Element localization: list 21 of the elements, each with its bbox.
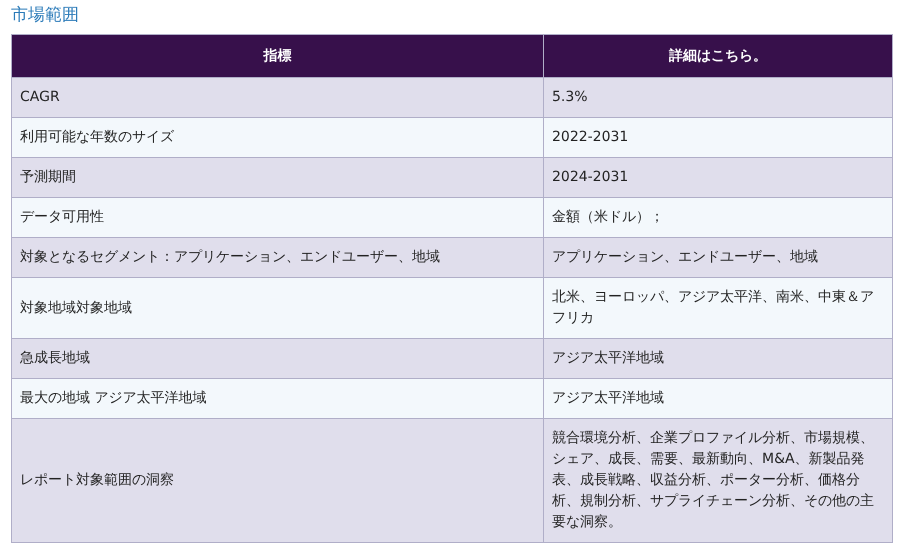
section-title: 市場範囲 [11, 4, 79, 27]
table-cell: レポート対象範囲の洞察 [12, 418, 544, 542]
table-cell: 5.3% [544, 78, 892, 118]
table-cell: 2022-2031 [544, 118, 892, 158]
table-cell: 競合環境分析、企業プロファイル分析、市場規模、シェア、成長、需要、最新動向、M&A、新製品発表、成長戦略、収益分析、ポーター分析、価格分析、規制分析、サプライチェーン分析、その他の主要な洞察。 [544, 418, 892, 542]
table-cell: 利用可能な年数のサイズ [12, 118, 544, 158]
table-cell: アジア太平洋地域 [544, 338, 892, 378]
table-cell: 対象地域対象地域 [12, 278, 544, 338]
table-cell: 急成長地域 [12, 338, 544, 378]
table-cell: CAGR [12, 78, 544, 118]
table-cell: 北米、ヨーロッパ、アジア太平洋、南米、中東＆アフリカ [544, 278, 892, 338]
table-cell: 金額（米ドル）； [544, 198, 892, 238]
table-cell: 対象となるセグメント：アプリケーション、エンドユーザー、地域 [12, 238, 544, 278]
table-cell: 予測期間 [12, 158, 544, 198]
column-header: 詳細はこちら。 [544, 34, 892, 78]
table-cell: 2024-2031 [544, 158, 892, 198]
table-cell: アジア太平洋地域 [544, 378, 892, 418]
column-header: 指標 [12, 34, 544, 78]
table-cell: アプリケーション、エンドユーザー、地域 [544, 238, 892, 278]
table-cell: データ可用性 [12, 198, 544, 238]
table-cell: 最大の地域 アジア太平洋地域 [12, 378, 544, 418]
